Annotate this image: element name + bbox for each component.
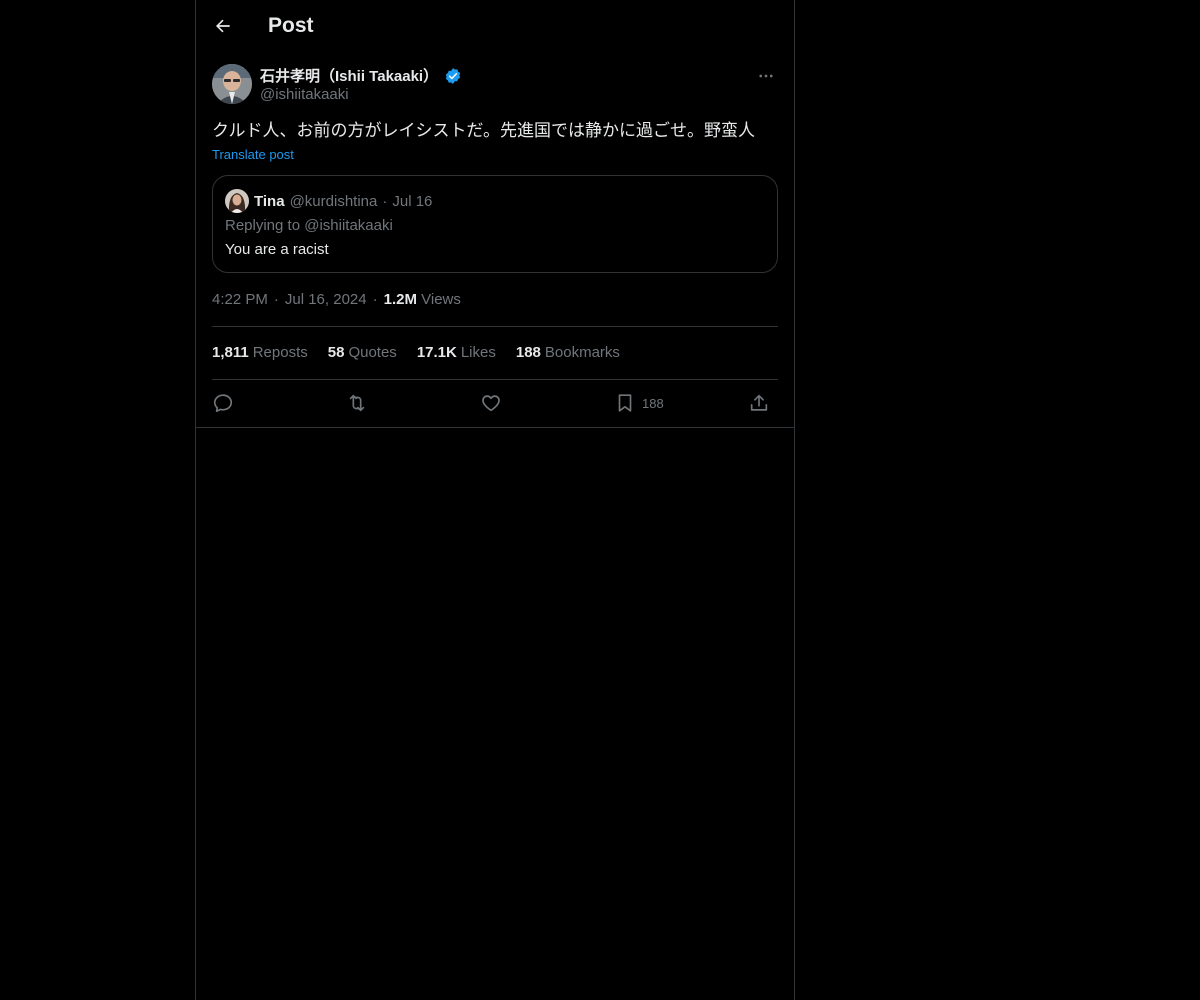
likes-count: 17.1K [416, 344, 457, 361]
more-options-button[interactable] [754, 64, 778, 88]
bookmarks-count: 188 [515, 344, 541, 361]
reposts-label: Reposts [252, 344, 308, 361]
reply-button[interactable] [212, 390, 234, 416]
post-meta: 4:22 PM · Jul 16, 2024 · 1.2M Views [212, 291, 461, 308]
quote-author-handle: @kurdishtina [289, 192, 378, 210]
likes-label: Likes [460, 344, 496, 361]
share-button[interactable] [748, 390, 770, 416]
views-stat[interactable]: 1.2M Views [384, 291, 461, 308]
post-time[interactable]: 4:22 PM [212, 291, 268, 308]
reply-icon [213, 394, 233, 413]
quotes-count: 58 [327, 344, 345, 361]
more-horizontal-icon [759, 74, 773, 78]
repost-button[interactable] [346, 390, 368, 416]
quote-author-name: Tina [254, 192, 285, 210]
author-name[interactable]: 石井孝明（Ishii Takaaki） [260, 65, 438, 86]
like-button[interactable] [480, 390, 502, 416]
engagement-stats: 1,811 Reposts 58 Quotes 17.1K Likes 188 Book… [212, 344, 620, 361]
divider [212, 379, 778, 380]
author-avatar[interactable] [212, 64, 252, 104]
quotes-label: Quotes [348, 344, 397, 361]
meta-separator: · [273, 291, 279, 308]
arrow-left-icon [216, 19, 230, 33]
repost-icon [349, 394, 365, 412]
post-bottom-border [196, 427, 794, 428]
author-handle[interactable]: @ishiitakaaki [260, 86, 349, 103]
views-label: Views [421, 291, 461, 308]
meta-separator: · [372, 291, 378, 308]
quote-avatar-photo [225, 189, 249, 213]
likes-stat[interactable]: 17.1K Likes [417, 344, 496, 361]
reposts-count: 1,811 [212, 344, 249, 361]
post-text: クルド人、お前の方がレイシストだ。先進国では静かに過ごせ。野蛮人 [212, 121, 755, 140]
quoted-post-card[interactable]: Tina @kurdishtina · Jul 16 Replying to @… [212, 175, 778, 273]
post-column: Post 石井孝明（Ishii Takaaki） @ishiitakaaki ク… [195, 0, 795, 1000]
bookmarks-stat[interactable]: 188 Bookmarks [516, 344, 620, 361]
post-header: Post [196, 0, 794, 54]
back-button[interactable] [208, 11, 238, 41]
quote-date: Jul 16 [392, 192, 433, 210]
views-count: 1.2M [383, 291, 417, 308]
quote-header: Tina @kurdishtina · Jul 16 [225, 189, 432, 213]
post-date[interactable]: Jul 16, 2024 [285, 291, 367, 308]
bookmarks-label: Bookmarks [544, 344, 620, 361]
page-title: Post [268, 14, 314, 37]
quote-text: You are a racist [225, 241, 329, 258]
author-name-line: 石井孝明（Ishii Takaaki） [260, 65, 462, 86]
share-icon [750, 394, 768, 411]
quote-replying-to: Replying to @ishiitakaaki [225, 217, 393, 234]
action-bar: 188 [212, 390, 778, 416]
bookmark-count: 188 [642, 395, 664, 411]
bookmark-button[interactable]: 188 [614, 390, 664, 416]
author-photo [212, 64, 252, 104]
author-row: 石井孝明（Ishii Takaaki） @ishiitakaaki [212, 64, 778, 108]
verified-badge-icon[interactable] [444, 67, 462, 85]
quote-separator: · [382, 192, 388, 210]
translate-post-link[interactable]: Translate post [212, 147, 294, 162]
quote-avatar [225, 189, 249, 213]
bookmark-icon [618, 394, 632, 412]
quotes-stat[interactable]: 58 Quotes [328, 344, 397, 361]
divider [212, 326, 778, 327]
like-icon [482, 395, 500, 412]
reposts-stat[interactable]: 1,811 Reposts [212, 344, 308, 361]
